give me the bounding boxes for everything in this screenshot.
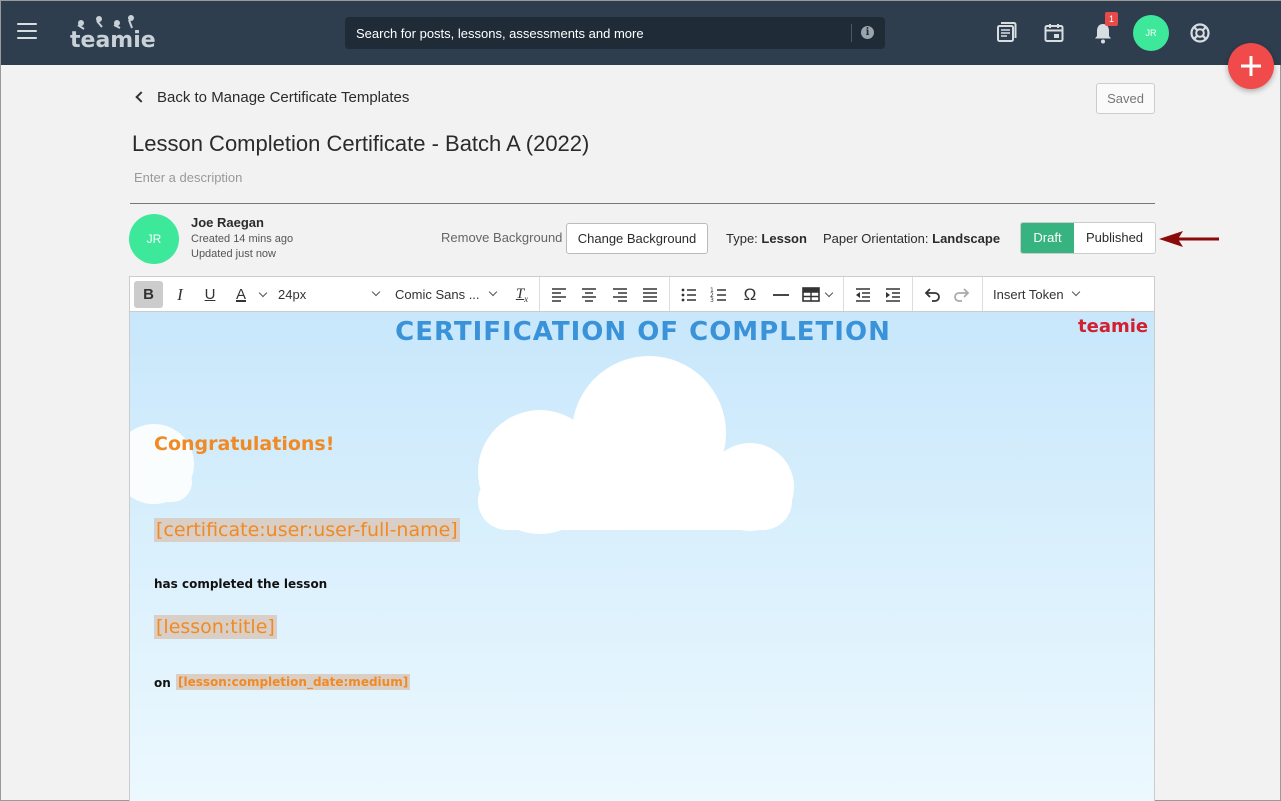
notification-badge: 1: [1105, 12, 1118, 26]
horizontal-line-icon[interactable]: [770, 281, 792, 308]
type-value: Lesson: [761, 231, 807, 246]
completion-date-token[interactable]: [lesson:completion_date:medium]: [176, 674, 411, 690]
chevron-down-icon: [1071, 287, 1081, 297]
logo-text: teamie: [70, 28, 155, 53]
font-size-value: 24px: [278, 287, 307, 302]
bold-button[interactable]: B: [134, 281, 163, 308]
back-link[interactable]: Back to Manage Certificate Templates: [132, 89, 409, 106]
insert-token-label: Insert Token: [993, 287, 1064, 302]
search-divider: [851, 24, 852, 42]
status-draft-option[interactable]: Draft: [1021, 223, 1074, 253]
font-family-select[interactable]: Comic Sans ...: [395, 281, 501, 308]
menu-icon[interactable]: [17, 23, 37, 41]
redo-icon[interactable]: [952, 281, 974, 308]
certificate-editor-canvas[interactable]: CERTIFICATION OF COMPLETION teamie Congr…: [129, 312, 1155, 801]
type-label: Type:: [726, 231, 758, 246]
chevron-down-icon: [488, 287, 498, 297]
top-navigation-bar: teamie i 1 JR: [1, 1, 1281, 65]
numbered-list-icon[interactable]: 123: [708, 281, 730, 308]
table-dropdown[interactable]: [822, 281, 836, 308]
clear-format-button[interactable]: Tx: [510, 281, 534, 308]
search-bar: i: [345, 17, 885, 49]
teamie-logo[interactable]: teamie: [69, 13, 155, 53]
special-character-icon[interactable]: Ω: [738, 281, 762, 308]
status-toggle: Draft Published: [1020, 222, 1156, 254]
newsfeed-icon[interactable]: [994, 21, 1018, 45]
indent-icon[interactable]: [882, 281, 904, 308]
toolbar-separator: [982, 277, 983, 311]
search-input[interactable]: [345, 17, 850, 49]
created-time: Created 14 mins ago: [191, 233, 294, 245]
chevron-left-icon: [135, 91, 147, 103]
chevron-down-icon: [824, 288, 834, 298]
table-icon[interactable]: [800, 281, 822, 308]
align-justify-icon[interactable]: [639, 281, 661, 308]
font-size-select[interactable]: 24px: [278, 281, 384, 308]
align-left-icon[interactable]: [548, 281, 570, 308]
status-published-option[interactable]: Published: [1074, 223, 1155, 253]
calendar-icon[interactable]: [1042, 21, 1066, 45]
editor-toolbar: B I U A 24px Comic Sans ... Tx 123 Ω Ins…: [129, 276, 1155, 312]
undo-icon[interactable]: [920, 281, 942, 308]
text-color-button[interactable]: A: [229, 281, 253, 308]
saved-button[interactable]: Saved: [1096, 83, 1155, 114]
orientation-info: Paper Orientation: Landscape: [823, 231, 1000, 246]
remove-background-link[interactable]: Remove Background: [441, 230, 562, 245]
divider: [130, 203, 1155, 204]
orientation-value: Landscape: [932, 231, 1001, 246]
author-name: Joe Raegan: [191, 215, 264, 230]
font-family-value: Comic Sans ...: [395, 287, 480, 302]
back-label: Back to Manage Certificate Templates: [157, 89, 410, 106]
cloud-background-image: [130, 356, 794, 534]
user-avatar[interactable]: JR: [1133, 15, 1169, 51]
underline-button[interactable]: U: [198, 281, 222, 308]
toolbar-separator: [843, 277, 844, 311]
description-input[interactable]: [132, 170, 632, 185]
add-fab-button[interactable]: [1228, 43, 1274, 89]
help-lifebuoy-icon[interactable]: [1188, 21, 1212, 45]
align-right-icon[interactable]: [609, 281, 631, 308]
info-icon[interactable]: i: [861, 26, 874, 39]
toolbar-separator: [912, 277, 913, 311]
certificate-title[interactable]: CERTIFICATION OF COMPLETION: [130, 317, 1154, 347]
type-info: Type: Lesson: [726, 231, 807, 246]
on-text[interactable]: on: [154, 676, 171, 690]
change-background-button[interactable]: Change Background: [566, 223, 708, 254]
congrats-text[interactable]: Congratulations!: [154, 433, 334, 455]
svg-text:3: 3: [710, 297, 714, 304]
outdent-icon[interactable]: [852, 281, 874, 308]
user-name-token[interactable]: [certificate:user:user-full-name]: [154, 518, 460, 542]
chevron-down-icon: [258, 288, 268, 298]
author-avatar: JR: [129, 214, 179, 264]
italic-button[interactable]: I: [168, 281, 192, 308]
orientation-label: Paper Orientation:: [823, 231, 929, 246]
lesson-title-token[interactable]: [lesson:title]: [154, 615, 277, 639]
certificate-logo: teamie: [1078, 316, 1149, 337]
chevron-down-icon: [371, 287, 381, 297]
page-title[interactable]: Lesson Completion Certificate - Batch A …: [132, 131, 589, 157]
bullet-list-icon[interactable]: [678, 281, 700, 308]
completed-text[interactable]: has completed the lesson: [154, 577, 327, 591]
align-center-icon[interactable]: [578, 281, 600, 308]
updated-time: Updated just now: [191, 248, 276, 260]
annotation-arrow-icon: [1159, 231, 1219, 247]
text-color-dropdown[interactable]: [256, 281, 270, 308]
toolbar-separator: [539, 277, 540, 311]
insert-token-select[interactable]: Insert Token: [993, 281, 1089, 308]
toolbar-separator: [669, 277, 670, 311]
